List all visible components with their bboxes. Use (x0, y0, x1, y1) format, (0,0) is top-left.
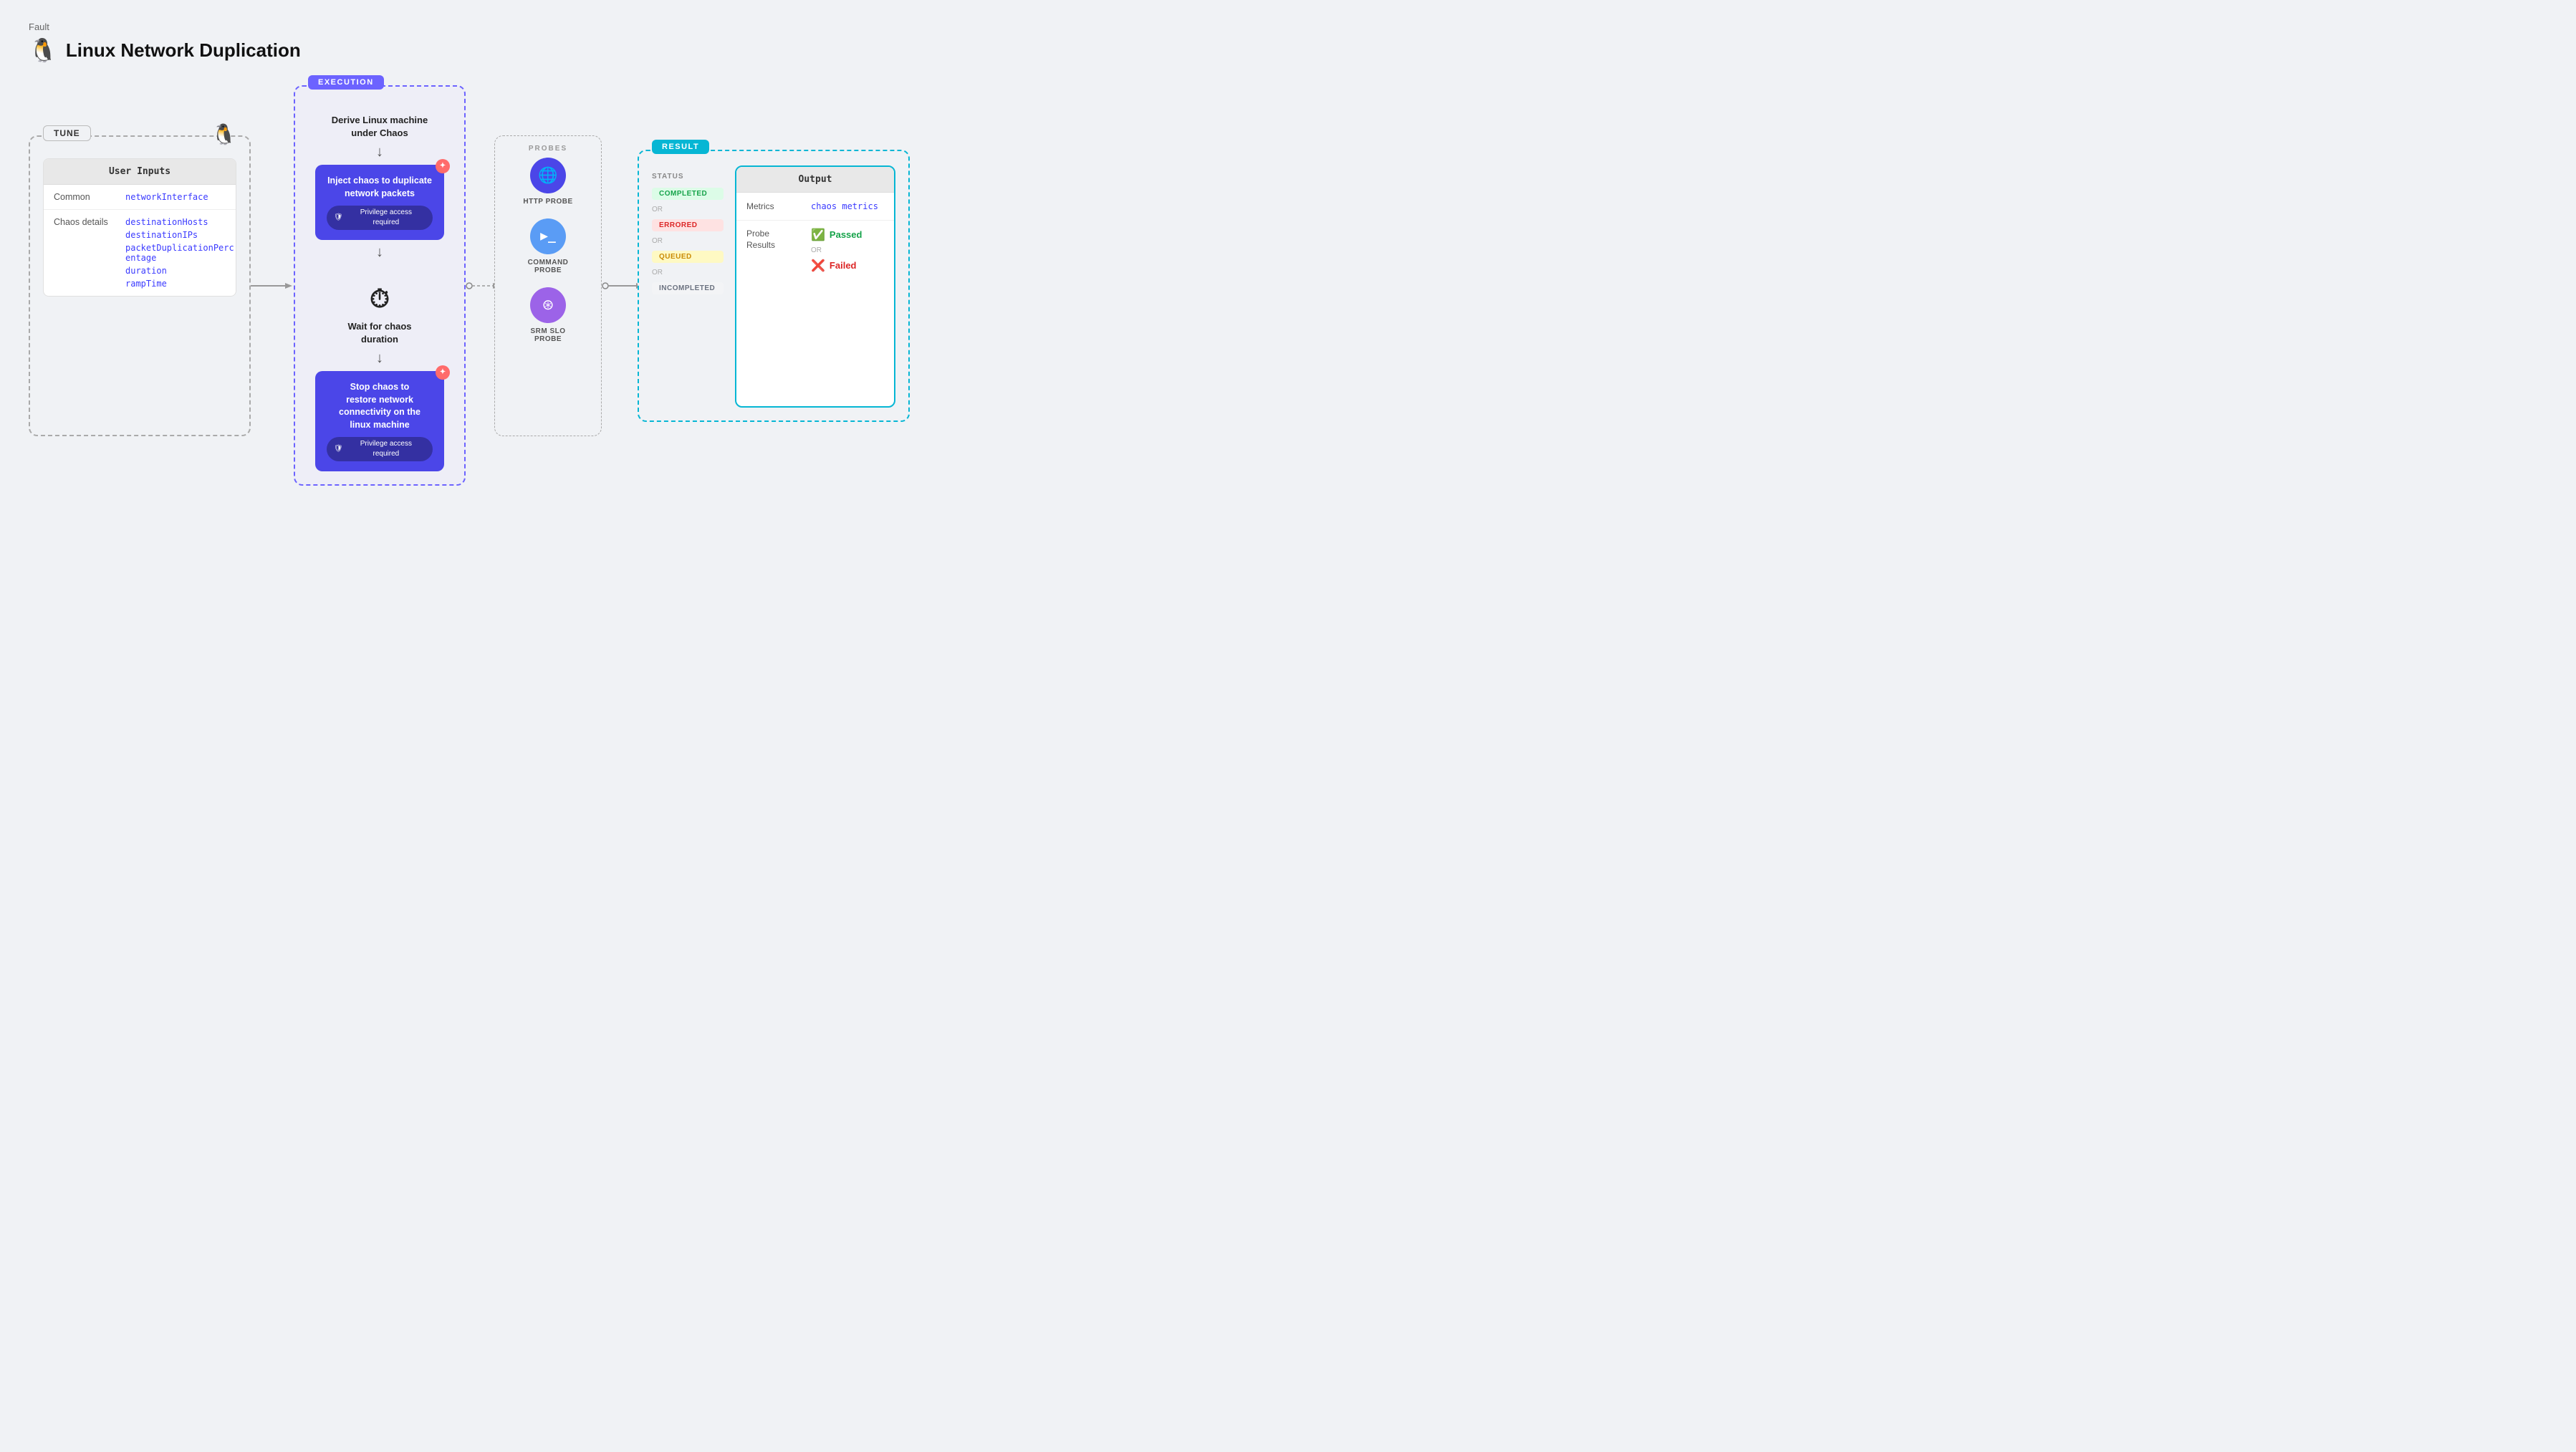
page-title-text: Linux Network Duplication (66, 39, 301, 62)
row-label-common: Common (54, 192, 118, 202)
tune-linux-badge: 🐧 (211, 122, 236, 146)
result-status-column: STATUS COMPLETED OR ERRORED OR QUEUED OR… (652, 165, 724, 408)
exec-arrow-1: ↓ (376, 144, 383, 160)
probe-results-row: ProbeResults ✅ Passed OR ❌ Failed (736, 221, 894, 280)
row-value-pktDup: packetDuplicationPercentage (125, 243, 234, 263)
or-text-1: OR (652, 206, 724, 213)
arrow-exec-probes-icon (466, 279, 494, 293)
http-probe-icon: 🌐 (530, 158, 566, 193)
srm-probe-label: SRM SLOPROBE (530, 327, 565, 343)
fault-label: Fault (29, 21, 2547, 32)
priv-text-1: Privilege access required (347, 208, 426, 228)
exec-card-stop: ✦ Stop chaos torestore networkconnectivi… (315, 371, 444, 471)
http-probe-label: HTTP PROBE (523, 198, 572, 206)
table-row-chaos: Chaos details destinationHosts destinati… (44, 210, 236, 296)
exec-arrow-2: ↓ (376, 244, 383, 261)
command-probe-icon: ▶_ (530, 218, 566, 254)
arrow-probes-result-icon (602, 279, 638, 293)
probe-results-values: ✅ Passed OR ❌ Failed (811, 228, 862, 273)
priv-badge-2: 🛡 Privilege access required (327, 437, 433, 461)
table-row-common: Common networkInterface (44, 185, 236, 210)
or-text-3: OR (652, 269, 724, 277)
status-badge-incompleted: INCOMPLETED (652, 282, 724, 294)
tune-panel: TUNE 🐧 User Inputs Common networkInterfa… (29, 135, 251, 436)
probes-label: PROBES (529, 145, 567, 153)
shield-icon-2: 🛡 (334, 444, 343, 454)
failed-badge: ❌ Failed (811, 259, 862, 273)
row-value-destIPs: destinationIPs (125, 230, 234, 240)
output-metrics-value: chaos metrics (811, 201, 878, 211)
page-title: 🐧 Linux Network Duplication (29, 37, 2547, 64)
status-badge-completed: COMPLETED (652, 188, 724, 200)
srm-probe-icon: ⊛ (530, 287, 566, 323)
status-badge-errored: ERRORED (652, 219, 724, 231)
shield-icon-1: 🛡 (334, 213, 343, 223)
row-value-rampTime: rampTime (125, 279, 234, 289)
execution-panel: EXECUTION Derive Linux machineunder Chao… (294, 85, 466, 486)
exec-arrow-3: ↓ (376, 350, 383, 367)
failed-text: Failed (830, 260, 857, 271)
or-text-2: OR (652, 237, 724, 245)
probes-panel: PROBES 🌐 HTTP PROBE ▶_ COMMANDPROBE ⊛ SR… (494, 135, 602, 436)
arrow-tune-exec-icon (251, 279, 294, 293)
connector-tune-exec (251, 279, 294, 293)
corner-badge-1: ✦ (436, 159, 450, 173)
output-metrics-label: Metrics (746, 201, 804, 211)
row-value-networkinterface: networkInterface (125, 192, 208, 202)
output-row-metrics: Metrics chaos metrics (736, 193, 894, 221)
execution-label: EXECUTION (308, 75, 384, 90)
passed-text: Passed (830, 229, 862, 240)
priv-text-2: Privilege access required (347, 439, 426, 459)
probe-results-label: ProbeResults (746, 228, 804, 252)
row-values-common: networkInterface (125, 192, 208, 202)
exec-step-wait: ⏱ Wait for chaosduration (347, 278, 411, 346)
exec-step-derive: Derive Linux machineunder Chaos (332, 114, 428, 140)
probe-http: 🌐 HTTP PROBE (523, 158, 572, 206)
command-probe-label: COMMANDPROBE (528, 259, 569, 274)
probe-command: ▶_ COMMANDPROBE (528, 218, 569, 274)
row-values-chaos: destinationHosts destinationIPs packetDu… (125, 217, 234, 289)
probe-srm: ⊛ SRM SLOPROBE (530, 287, 566, 343)
diagram: TUNE 🐧 User Inputs Common networkInterfa… (29, 85, 1103, 486)
result-output-column: Output Metrics chaos metrics ProbeResult… (735, 165, 895, 408)
passed-badge: ✅ Passed (811, 228, 862, 242)
result-panel: RESULT STATUS COMPLETED OR ERRORED OR QU… (638, 150, 910, 422)
row-value-destHosts: destinationHosts (125, 217, 234, 227)
output-header: Output (736, 167, 894, 193)
clock-icon: ⏱ (347, 281, 411, 317)
check-icon: ✅ (811, 228, 825, 242)
result-label: RESULT (652, 140, 709, 154)
tune-label: TUNE (43, 125, 91, 141)
status-section-label: STATUS (652, 173, 724, 181)
status-badge-queued: QUEUED (652, 251, 724, 263)
exec-card-inject: ✦ Inject chaos to duplicatenetwork packe… (315, 165, 444, 240)
page-header: Fault 🐧 Linux Network Duplication (29, 21, 2547, 64)
x-icon: ❌ (811, 259, 825, 273)
row-value-duration: duration (125, 266, 234, 276)
corner-badge-2: ✦ (436, 365, 450, 380)
row-label-chaos: Chaos details (54, 217, 118, 227)
table-header: User Inputs (44, 159, 236, 185)
connector-probes-result (602, 279, 638, 293)
user-inputs-table: User Inputs Common networkInterface Chao… (43, 158, 236, 297)
connector-exec-probes (466, 279, 494, 293)
linux-icon: 🐧 (29, 37, 57, 64)
or-text-probe: OR (811, 246, 862, 254)
priv-badge-1: 🛡 Privilege access required (327, 206, 433, 230)
